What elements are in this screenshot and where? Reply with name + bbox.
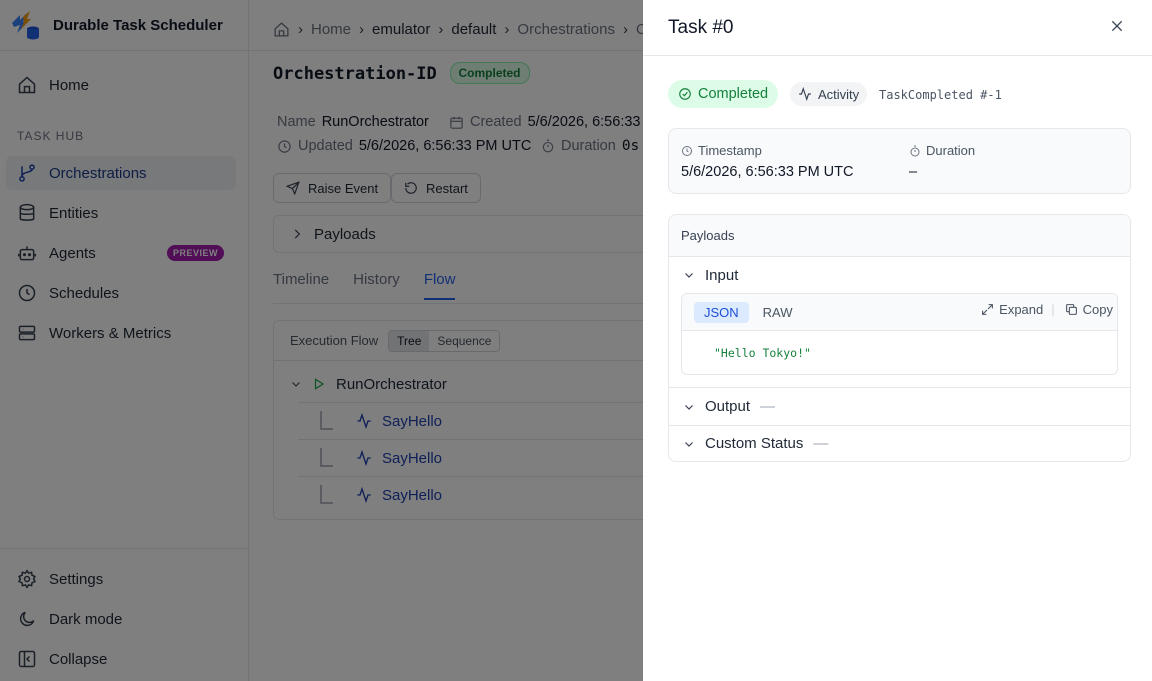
chevron-down-icon	[683, 269, 705, 281]
timestamp-header: Timestamp	[681, 143, 762, 158]
check-circle-icon	[678, 87, 698, 101]
input-json-value: "Hello Tokyo!"	[714, 346, 811, 360]
separator: |	[1051, 302, 1055, 317]
event-id: TaskCompleted #-1	[879, 88, 1002, 102]
custom-status-empty-value: —	[813, 435, 829, 452]
output-section-toggle[interactable]: Output —	[669, 387, 1130, 425]
duration-value: –	[909, 164, 918, 180]
modal-backdrop[interactable]	[0, 0, 643, 681]
output-empty-value: —	[760, 398, 776, 415]
task-detail-drawer: Task #0 Completed Activity TaskCompleted…	[643, 0, 1152, 681]
payloads-card: Payloads Input JSON RAW Expand | Copy "H…	[668, 214, 1131, 462]
task-status-badge: Completed	[668, 80, 779, 108]
chevron-down-icon	[683, 438, 705, 450]
task-status-label: Completed	[698, 86, 769, 102]
payloads-header: Payloads	[669, 215, 1130, 257]
timing-card: Timestamp 5/6/2026, 6:56:33 PM UTC Durat…	[668, 128, 1131, 194]
timestamp-value: 5/6/2026, 6:56:33 PM UTC	[681, 164, 854, 180]
timestamp-label: Timestamp	[698, 143, 762, 158]
input-code-viewer: JSON RAW Expand | Copy "Hello Tokyo!"	[681, 293, 1118, 375]
custom-status-section-toggle[interactable]: Custom Status —	[669, 425, 1130, 461]
expand-icon	[981, 303, 999, 316]
drawer-title: Task #0	[668, 16, 734, 38]
duration-header: Duration	[909, 143, 975, 158]
copy-button[interactable]: Copy	[1065, 302, 1113, 317]
duration-label: Duration	[926, 143, 976, 158]
copy-label: Copy	[1082, 302, 1113, 317]
close-button[interactable]	[1106, 15, 1128, 37]
expand-label: Expand	[999, 302, 1044, 317]
output-label: Output	[705, 398, 751, 415]
format-tabs: JSON RAW Expand | Copy	[682, 294, 1117, 331]
expand-button[interactable]: Expand	[981, 302, 1043, 317]
task-kind-badge: Activity	[790, 82, 868, 106]
drawer-header: Task #0	[643, 0, 1152, 56]
code-actions: Expand | Copy	[981, 302, 1117, 317]
activity-icon	[798, 87, 818, 101]
json-tab[interactable]: JSON	[694, 301, 749, 323]
chevron-down-icon	[683, 401, 705, 413]
task-kind-label: Activity	[818, 86, 860, 102]
input-section-toggle[interactable]: Input	[669, 257, 1130, 293]
input-label: Input	[705, 266, 739, 284]
raw-tab[interactable]: RAW	[753, 302, 803, 323]
copy-icon	[1065, 303, 1083, 316]
clock-icon	[681, 145, 698, 157]
custom-status-label: Custom Status	[705, 435, 804, 452]
timer-icon	[909, 145, 926, 157]
close-icon	[1109, 18, 1125, 34]
